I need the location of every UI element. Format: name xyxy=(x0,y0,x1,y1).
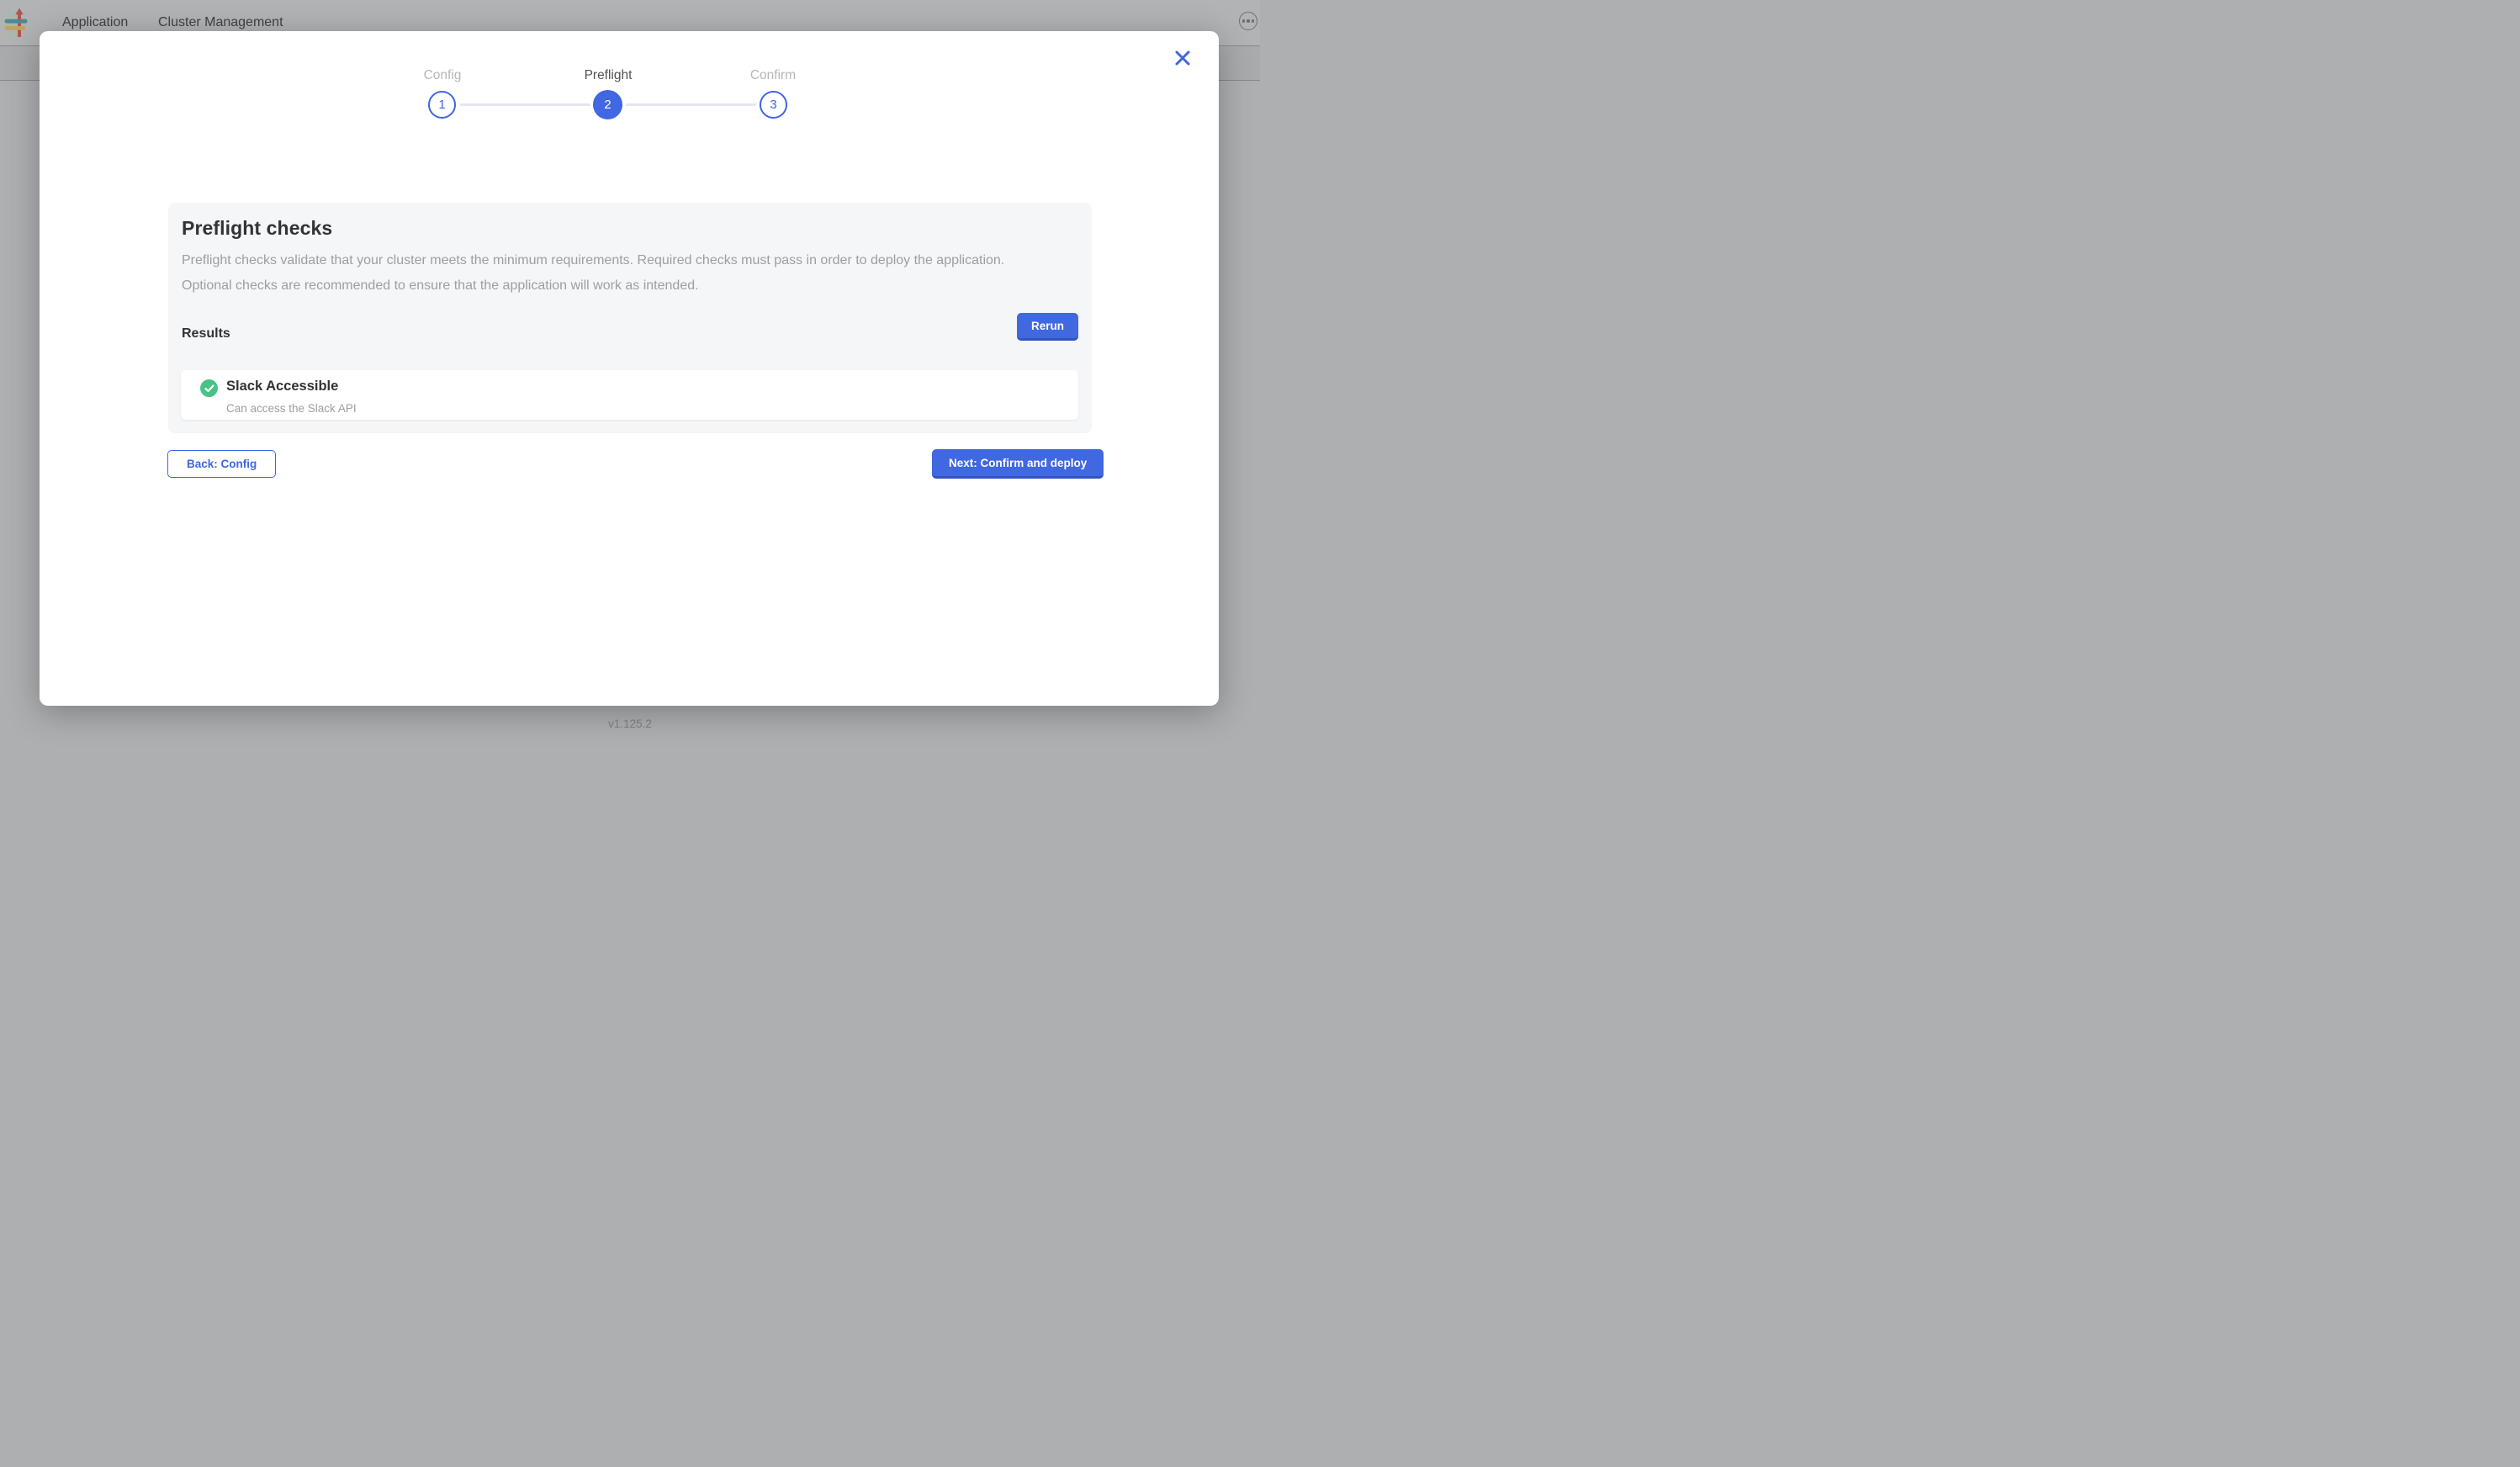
step-label-config: Config xyxy=(375,68,510,83)
results-row: Results Rerun xyxy=(182,326,1078,342)
step-circle-2[interactable]: 2 xyxy=(593,90,622,119)
preflight-panel: Preflight checks Preflight checks valida… xyxy=(168,203,1092,433)
rerun-button[interactable]: Rerun xyxy=(1017,313,1078,341)
close-icon[interactable] xyxy=(1174,50,1191,66)
panel-description: Preflight checks validate that your clus… xyxy=(182,248,1052,299)
step-label-confirm: Confirm xyxy=(706,68,840,83)
step-label-preflight: Preflight xyxy=(541,68,675,83)
step-connector xyxy=(626,103,756,106)
results-label: Results xyxy=(182,326,230,341)
app-logo-icon xyxy=(4,8,28,37)
back-config-button[interactable]: Back: Config xyxy=(167,450,276,478)
app-version-label: v1.125.2 xyxy=(0,718,1260,730)
check-name: Slack Accessible xyxy=(226,379,338,395)
check-pass-icon xyxy=(200,379,218,397)
panel-title: Preflight checks xyxy=(182,217,1078,240)
step-circle-3[interactable]: 3 xyxy=(760,91,787,119)
next-confirm-deploy-button[interactable]: Next: Confirm and deploy xyxy=(932,449,1104,479)
step-connector xyxy=(460,103,590,106)
check-detail: Can access the Slack API xyxy=(226,402,357,415)
preflight-check-result-card: Slack Accessible Can access the Slack AP… xyxy=(181,370,1078,420)
preflight-modal: Config Preflight Confirm 1 2 3 Preflight… xyxy=(40,31,1219,706)
ellipsis-menu-icon[interactable] xyxy=(1239,12,1257,30)
step-circle-1[interactable]: 1 xyxy=(428,91,456,119)
